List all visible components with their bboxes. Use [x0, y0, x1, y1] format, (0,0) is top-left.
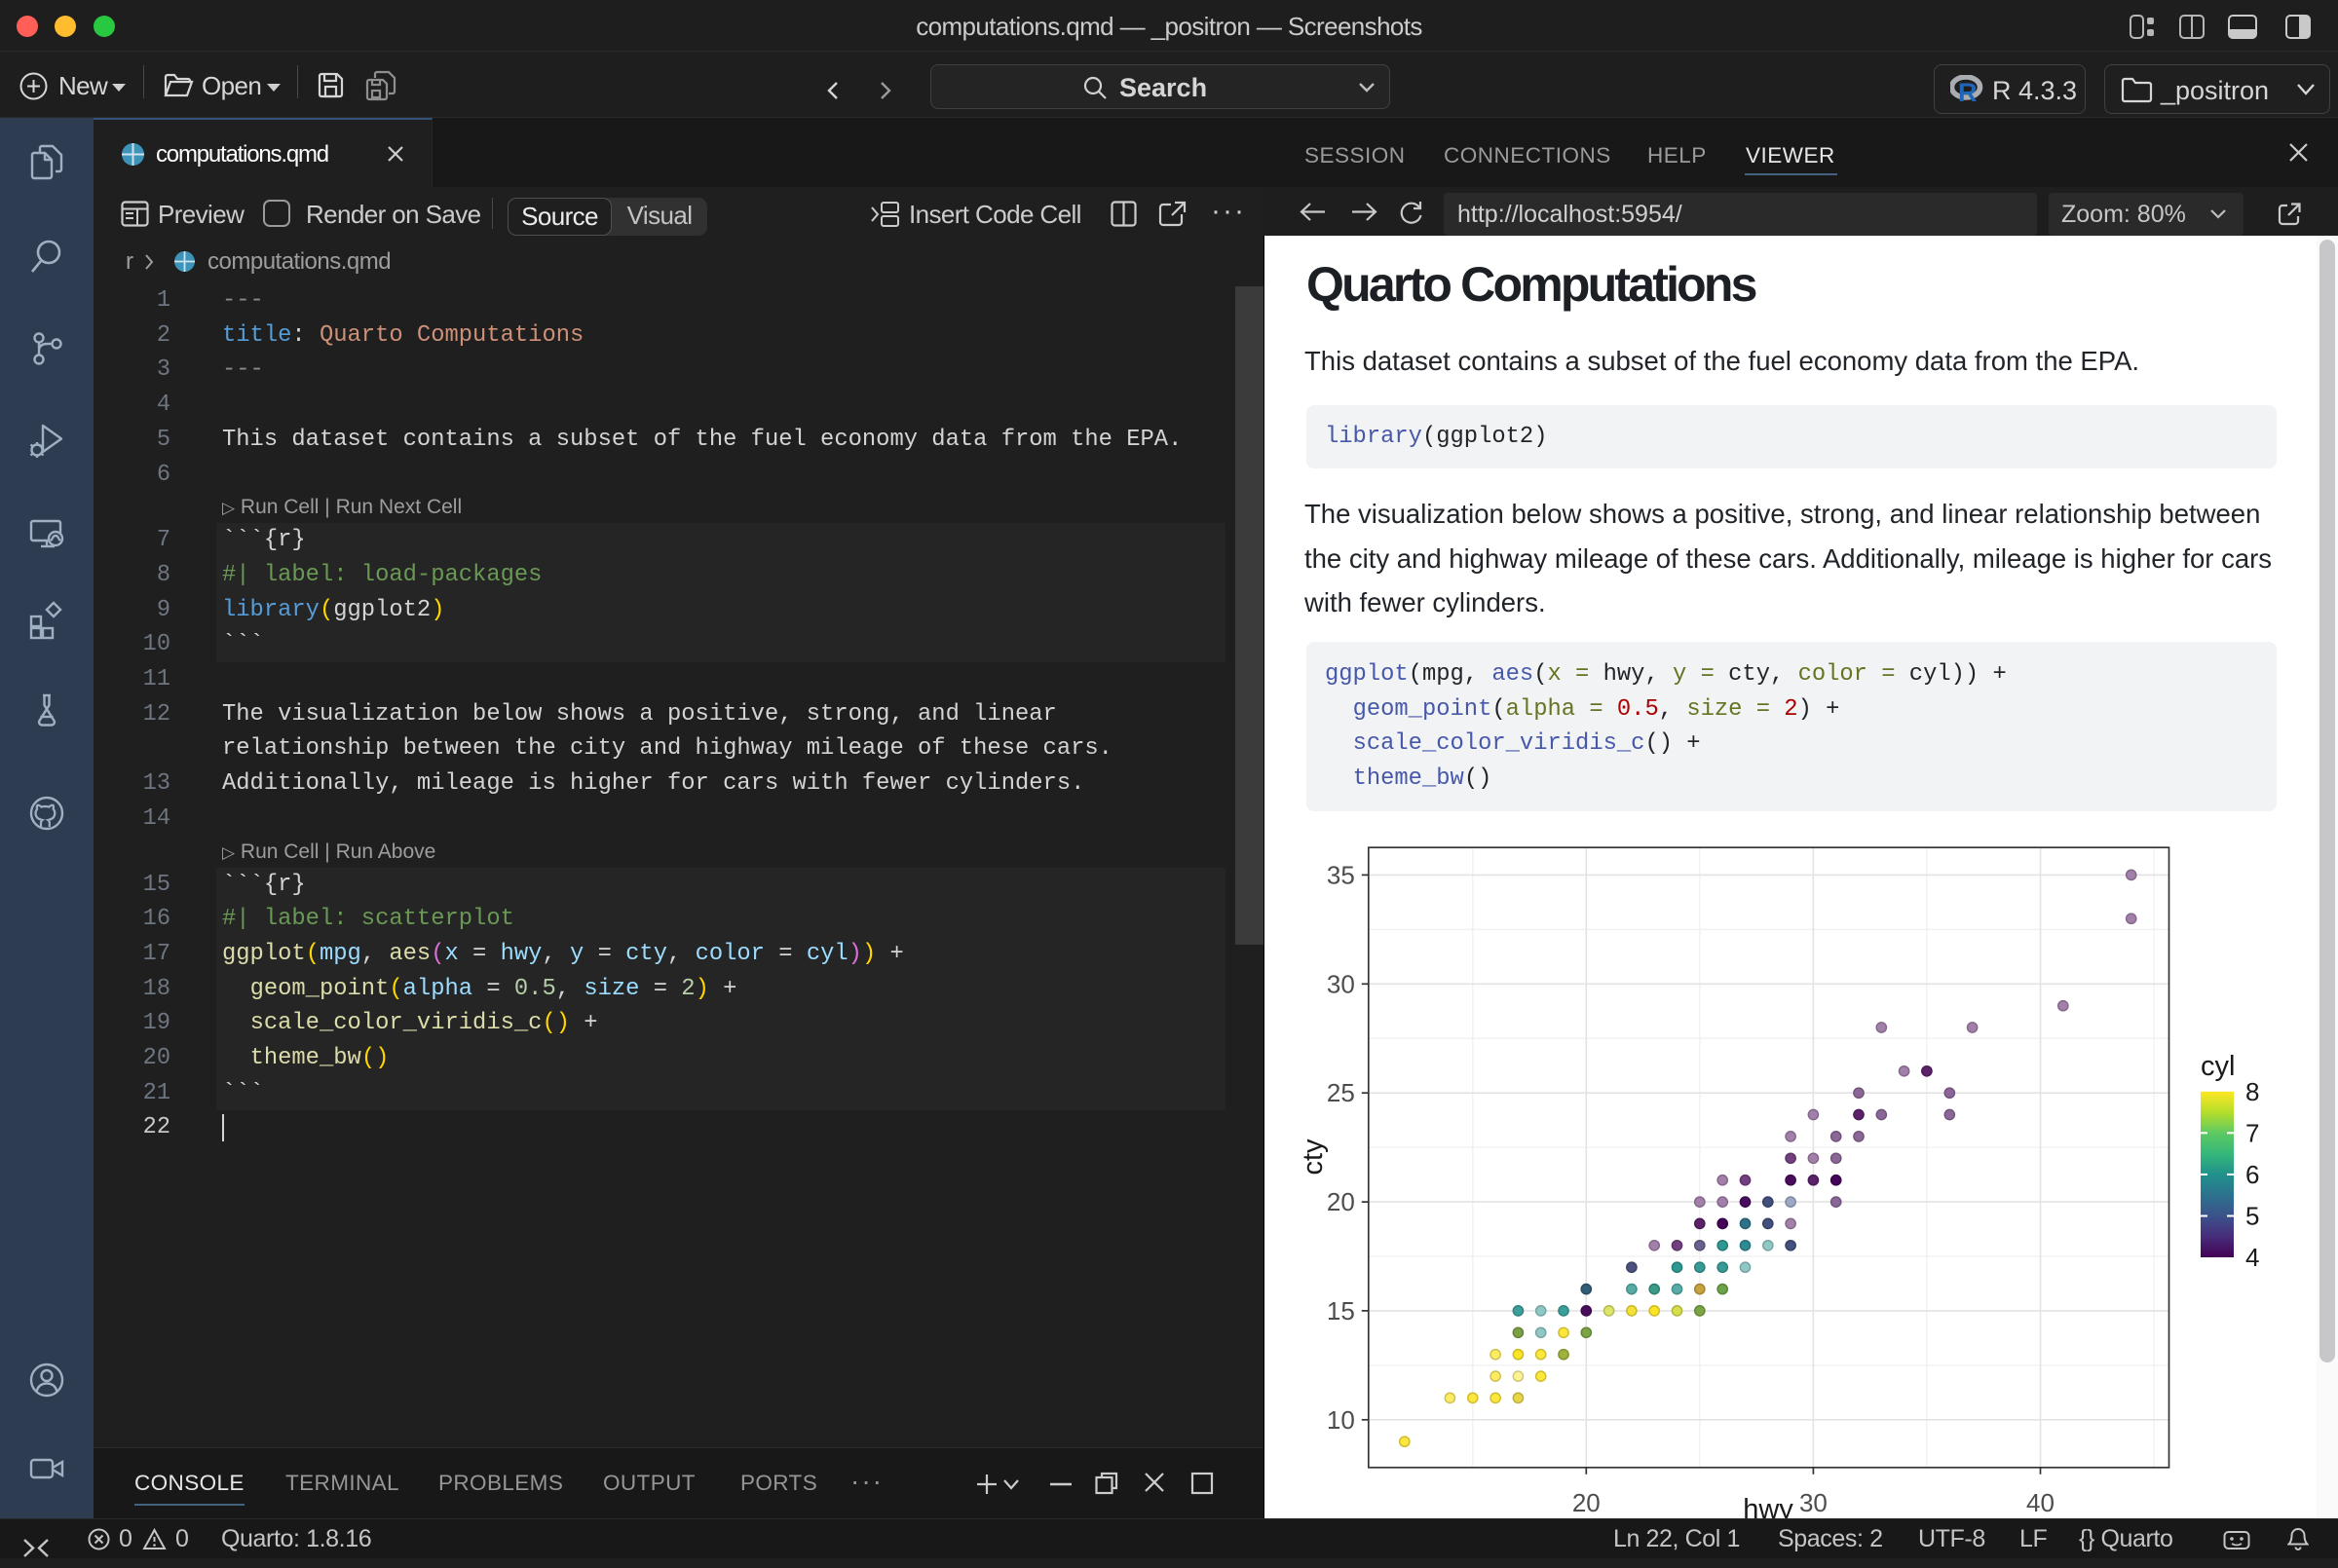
svg-text:5: 5 — [2245, 1202, 2259, 1231]
svg-text:7: 7 — [2245, 1118, 2259, 1147]
svg-text:4: 4 — [2245, 1243, 2259, 1272]
svg-text:35: 35 — [1327, 860, 1355, 889]
svg-text:30: 30 — [1327, 969, 1355, 998]
svg-text:40: 40 — [2026, 1488, 2055, 1517]
svg-text:10: 10 — [1327, 1405, 1355, 1435]
svg-text:15: 15 — [1327, 1296, 1355, 1325]
svg-text:8: 8 — [2245, 1077, 2259, 1106]
svg-text:20: 20 — [1572, 1488, 1601, 1517]
svg-text:R: R — [1958, 78, 1978, 104]
svg-text:cyl: cyl — [2201, 1051, 2235, 1082]
svg-text:hwy: hwy — [1743, 1494, 1793, 1521]
svg-text:cty: cty — [1298, 1139, 1329, 1176]
svg-text:25: 25 — [1327, 1078, 1355, 1107]
svg-text:30: 30 — [1799, 1488, 1828, 1517]
svg-text:6: 6 — [2245, 1160, 2259, 1189]
svg-text:20: 20 — [1327, 1187, 1355, 1216]
